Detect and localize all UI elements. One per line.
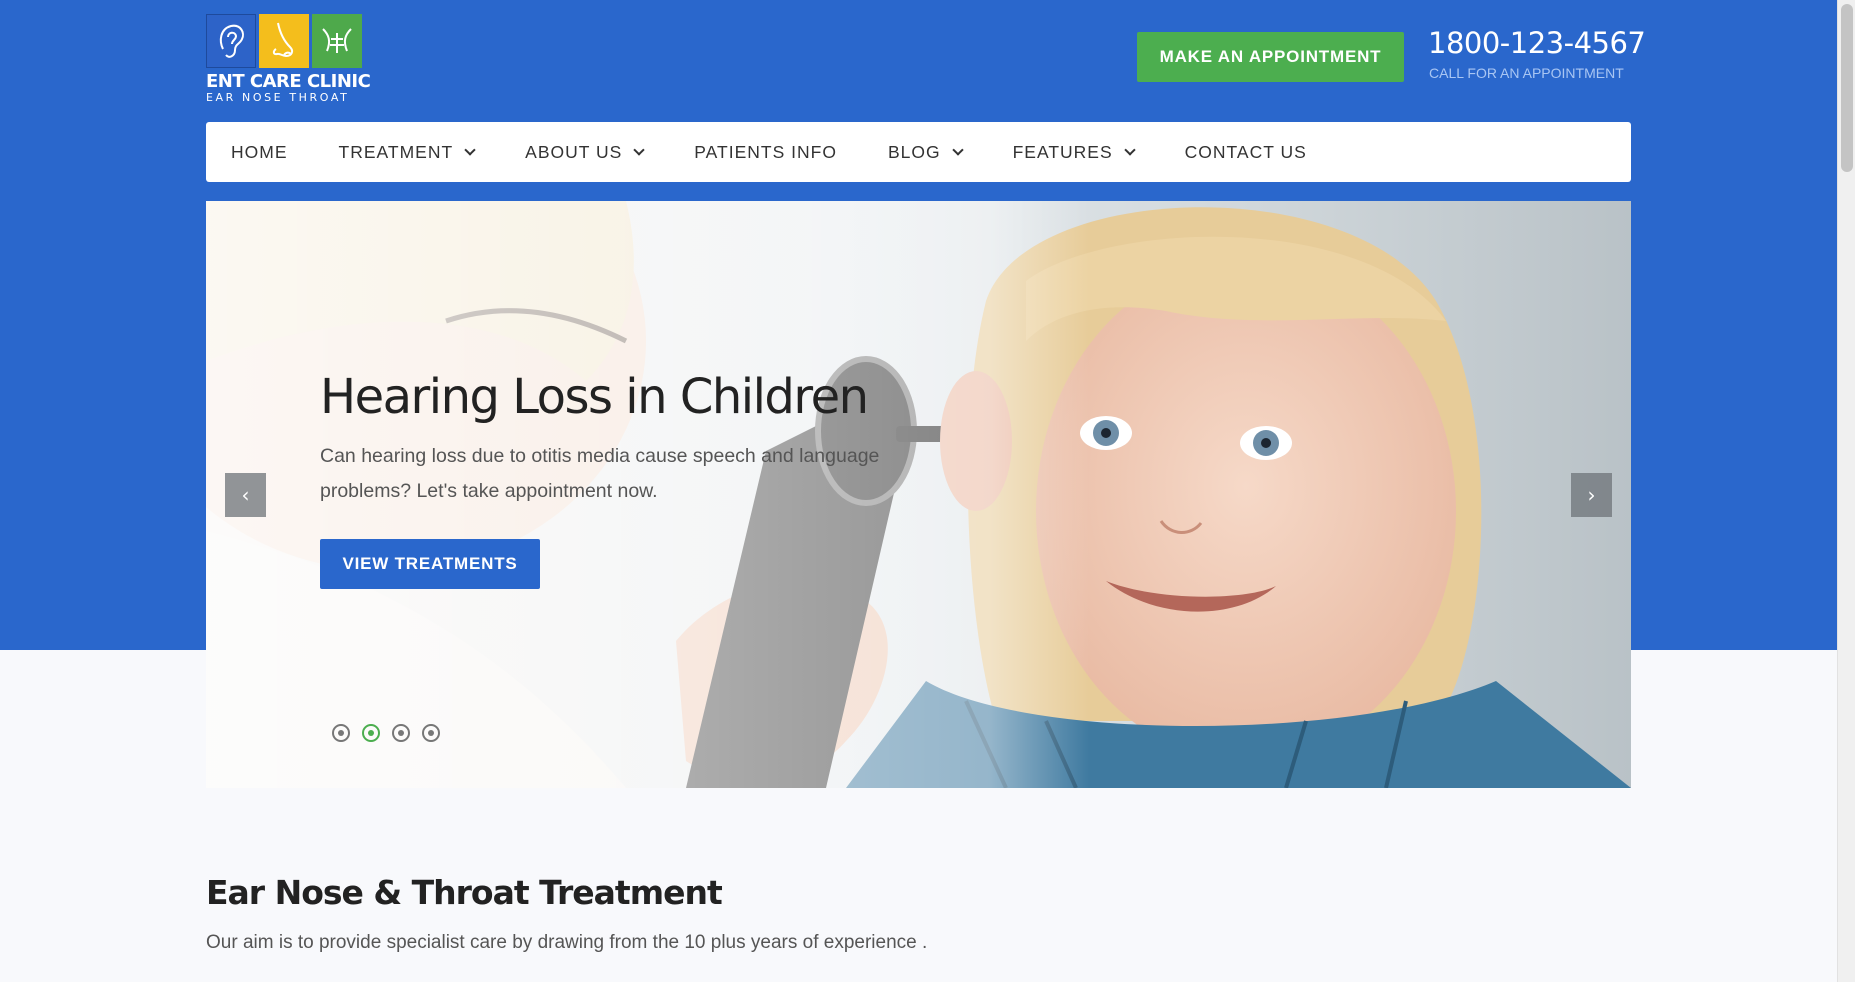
nav-item-features[interactable]: FEATURES bbox=[1012, 141, 1136, 163]
slider-dot-1[interactable] bbox=[332, 724, 350, 742]
slider-dot-4[interactable] bbox=[422, 724, 440, 742]
logo-tiles bbox=[206, 14, 362, 68]
logo-tagline: EAR NOSE THROAT bbox=[206, 91, 350, 104]
phone-number[interactable]: 1800-123-4567 bbox=[1428, 26, 1646, 60]
hero-description: Can hearing loss due to otitis media cau… bbox=[320, 445, 880, 502]
nav-item-patients-info[interactable]: PATIENTS INFO bbox=[694, 142, 837, 163]
nav-item-label: BLOG bbox=[887, 141, 941, 162]
view-treatments-button[interactable]: VIEW TREATMENTS bbox=[320, 539, 540, 589]
chevron-down-icon bbox=[951, 143, 964, 156]
chevron-right-icon: › bbox=[1587, 483, 1596, 507]
section-title: Ear Nose & Throat Treatment bbox=[206, 873, 723, 912]
chevron-down-icon bbox=[1123, 143, 1136, 156]
section-description: Our aim is to provide specialist care by… bbox=[206, 932, 928, 953]
chevron-left-icon: ‹ bbox=[241, 483, 250, 507]
nav-item-label: ABOUT US bbox=[525, 141, 623, 162]
nav-item-label: PATIENTS INFO bbox=[694, 141, 837, 162]
nav-item-about-us[interactable]: ABOUT US bbox=[525, 141, 645, 163]
logo-name: ENT CARE CLINIC bbox=[206, 71, 371, 92]
slider-dot-3[interactable] bbox=[392, 724, 410, 742]
make-appointment-button[interactable]: MAKE AN APPOINTMENT bbox=[1137, 32, 1404, 82]
hero-caption: Hearing Loss in Children Can hearing los… bbox=[320, 369, 940, 589]
nav-item-home[interactable]: HOME bbox=[231, 142, 288, 163]
nav-item-label: HOME bbox=[231, 141, 288, 162]
nav-item-label: TREATMENT bbox=[338, 141, 454, 162]
nav-item-blog[interactable]: BLOG bbox=[887, 141, 964, 163]
chevron-down-icon bbox=[464, 143, 476, 156]
nav-item-contact-us[interactable]: CONTACT US bbox=[1185, 142, 1307, 163]
nav-item-label: CONTACT US bbox=[1184, 141, 1307, 162]
phone-caption: CALL FOR AN APPOINTMENT bbox=[1429, 65, 1624, 81]
chevron-down-icon bbox=[633, 143, 645, 156]
slider-prev-button[interactable]: ‹ bbox=[225, 473, 266, 517]
nose-icon bbox=[259, 14, 309, 68]
throat-icon bbox=[312, 14, 362, 68]
hero-slider: Hearing Loss in Children Can hearing los… bbox=[206, 201, 1631, 788]
nav-item-label: FEATURES bbox=[1012, 141, 1113, 162]
nav-item-treatment[interactable]: TREATMENT bbox=[338, 141, 476, 163]
hero-title: Hearing Loss in Children bbox=[320, 369, 869, 425]
slider-dots bbox=[332, 724, 440, 742]
slider-next-button[interactable]: › bbox=[1571, 473, 1612, 517]
site-logo[interactable]: ENT CARE CLINIC EAR NOSE THROAT bbox=[206, 14, 371, 104]
slider-dot-2[interactable] bbox=[362, 724, 380, 742]
ear-icon bbox=[206, 14, 256, 68]
main-nav: HOME TREATMENT ABOUT US PATIENTS INFO BL… bbox=[206, 122, 1631, 182]
scrollbar-thumb[interactable] bbox=[1841, 4, 1853, 172]
page-scrollbar[interactable] bbox=[1837, 0, 1855, 982]
